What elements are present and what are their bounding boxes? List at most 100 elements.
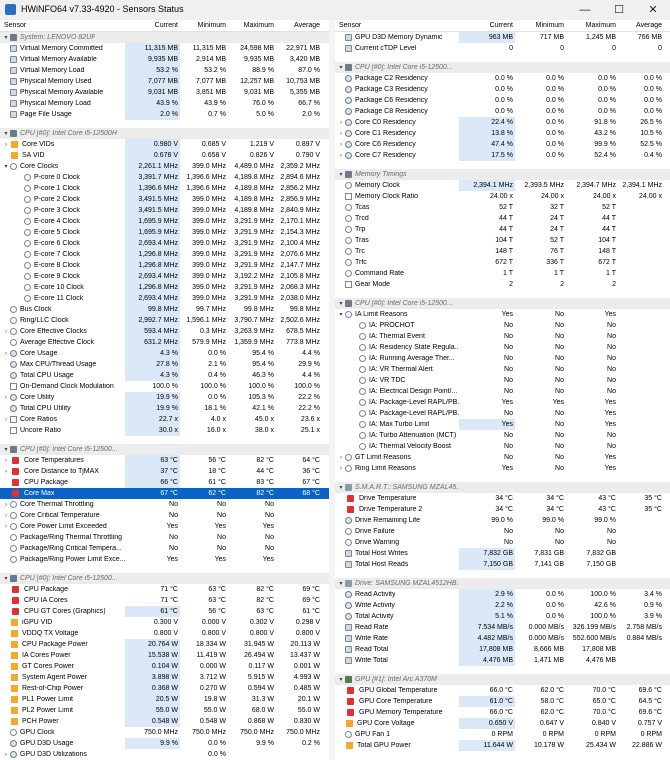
sensor-row[interactable]: CPU GT Cores (Graphics) 61 °C 56 °C 63 °C 61…	[0, 606, 329, 617]
sensor-row[interactable]: › Core Usage 4.3 % 0.0 % 95.4 % 4.4 %	[0, 348, 329, 359]
collapse-arrow-icon[interactable]: ▾	[338, 676, 344, 683]
sensor-row[interactable]: Max CPU/Thread Usage 27.8 % 2.1 % 95.4 % 29.…	[0, 359, 329, 370]
sensor-row[interactable]: Tras 104 T 52 T 104 T	[335, 235, 670, 246]
sensor-row[interactable]: › Ring Limit Reasons Yes No Yes	[335, 463, 670, 474]
collapse-arrow-icon[interactable]: ▾	[338, 484, 344, 491]
sensor-row[interactable]: IA: Package-Level RAPL/PB... No No Yes	[335, 408, 670, 419]
collapse-arrow-icon[interactable]: ▾	[338, 171, 344, 178]
sensor-row[interactable]: Total CPU Usage 4.3 % 0.4 % 46.3 % 4.4 %	[0, 370, 329, 381]
sensor-row[interactable]: GPU Core Temperature 61.0 °C 58.0 °C 65.0 °…	[335, 696, 670, 707]
sensor-row[interactable]: Write Activity 2.2 % 0.0 % 42.6 % 0.9 %	[335, 600, 670, 611]
sensor-row[interactable]: VDDQ TX Voltage 0.800 V 0.800 V 0.800 V 0.80…	[0, 628, 329, 639]
collapse-arrow-icon[interactable]: ▾	[338, 300, 344, 307]
sensor-row[interactable]: › Core C7 Residency 17.5 % 0.0 % 52.4 % 0.4 %	[335, 150, 670, 161]
sensor-row[interactable]: P-core 2 Clock 3,491.5 MHz 399.0 MHz 4,189.…	[0, 194, 329, 205]
sensor-group-header[interactable]: ▾ S.M.A.R.T.: SAMSUNG MZAL45...	[335, 482, 670, 493]
header-average[interactable]: Average	[276, 20, 322, 31]
expand-arrow-icon[interactable]: ›	[3, 752, 9, 758]
column-header[interactable]: Sensor Current Minimum Maximum Average	[0, 20, 329, 32]
sensor-row[interactable]: Total Host Reads 7,150 GB 7,141 GB 7,150 GB	[335, 559, 670, 570]
sensor-row[interactable]: Trc 148 T 76 T 148 T	[335, 246, 670, 257]
sensor-row[interactable]: Package C3 Residency 0.0 % 0.0 % 0.0 % 0.0 %	[335, 84, 670, 95]
sensor-row[interactable]: E-core 9 Clock 2,693.4 MHz 399.0 MHz 3,192.…	[0, 271, 329, 282]
sensor-row[interactable]: Write Rate 4.482 MB/s 0.000 MB/s 552.600 MB…	[335, 633, 670, 644]
sensor-row[interactable]: CPU Package Power 20.764 W 18.334 W 31.945 …	[0, 639, 329, 650]
sensor-row[interactable]: Uncore Ratio 30.0 x 16.0 x 38.0 x 25.1 x	[0, 425, 329, 436]
sensor-row[interactable]: E-core 11 Clock 2,693.4 MHz 399.0 MHz 3,291…	[0, 293, 329, 304]
collapse-arrow-icon[interactable]: ▾	[3, 575, 9, 582]
close-button[interactable]: ✕	[636, 0, 670, 20]
collapse-arrow-icon[interactable]: ▾	[3, 130, 9, 137]
sensor-row[interactable]: Virtual Memory Committed 11,315 MB 11,315 …	[0, 43, 329, 54]
sensor-row[interactable]: On-Demand Clock Modulation 100.0 % 100.0 %…	[0, 381, 329, 392]
sensor-row[interactable]: Read Activity 2.9 % 0.0 % 100.0 % 3.4 %	[335, 589, 670, 600]
sensor-row[interactable]: Drive Remaining Life 99.0 % 99.0 % 99.0 %	[335, 515, 670, 526]
sensor-row[interactable]: › Core Temperatures 63 °C 56 °C 82 °C 64 °C	[0, 455, 329, 466]
expand-arrow-icon[interactable]: ›	[338, 455, 344, 461]
sensor-row[interactable]: E-core 8 Clock 1,296.8 MHz 399.0 MHz 3,291.…	[0, 260, 329, 271]
collapse-arrow-icon[interactable]: ▾	[338, 311, 344, 318]
sensor-row[interactable]: Average Effective Clock 631.2 MHz 579.9 MH…	[0, 337, 329, 348]
sensor-row[interactable]: Virtual Memory Load 53.2 % 53.2 % 88.9 % 87.…	[0, 65, 329, 76]
sensor-row[interactable]: › GPU D3D Utilizations 0.0 %	[0, 749, 329, 760]
sensor-row[interactable]: GPU D3D Memory Dynamic 963 MB 717 MB 1,245 …	[335, 32, 670, 43]
collapse-arrow-icon[interactable]: ▾	[3, 163, 9, 170]
expand-arrow-icon[interactable]: ›	[338, 120, 344, 126]
sensor-row[interactable]: Write Total 4,476 MB 1,471 MB 4,476 MB	[335, 655, 670, 666]
expand-arrow-icon[interactable]: ›	[3, 524, 9, 530]
maximize-button[interactable]: ☐	[602, 0, 636, 20]
sensor-row[interactable]: GPU Clock 750.0 MHz 750.0 MHz 750.0 MHz 750.…	[0, 727, 329, 738]
sensor-row[interactable]: Physical Memory Available 9,031 MB 3,851 M…	[0, 87, 329, 98]
expand-arrow-icon[interactable]: ›	[3, 417, 9, 423]
sensor-group-header[interactable]: ▾ Memory Timings	[335, 169, 670, 180]
sensor-row[interactable]: CPU Package 71 °C 63 °C 82 °C 69 °C	[0, 584, 329, 595]
sensor-row[interactable]: GPU Core Voltage 0.650 V 0.647 V 0.840 V 0.7…	[335, 718, 670, 729]
sensor-row[interactable]: E-core 4 Clock 1,695.9 MHz 399.0 MHz 3,291.…	[0, 216, 329, 227]
expand-arrow-icon[interactable]: ›	[3, 395, 9, 401]
sensor-row[interactable]: P-core 1 Clock 1,396.6 MHz 1,396.6 MHz 4,18…	[0, 183, 329, 194]
expand-arrow-icon[interactable]: ›	[338, 466, 344, 472]
sensor-row[interactable]: GPU Global Temperature 66.0 °C 62.0 °C 70.0…	[335, 685, 670, 696]
collapse-arrow-icon[interactable]: ▾	[3, 446, 9, 453]
sensor-row[interactable]: Package/Ring Thermal Throttling No No No	[0, 532, 329, 543]
sensor-row[interactable]: Physical Memory Load 43.9 % 43.9 % 76.0 % 66…	[0, 98, 329, 109]
sensor-row[interactable]: Package C6 Residency 0.0 % 0.0 % 0.0 % 0.0 %	[335, 95, 670, 106]
sensor-row[interactable]: ▾ Core Clocks 2,261.1 MHz 399.0 MHz 4,489.0 …	[0, 161, 329, 172]
sensor-row[interactable]: Current cTDP Level 0 0 0 0	[335, 43, 670, 54]
sensor-row[interactable]: GPU D3D Usage 9.9 % 0.0 % 9.9 % 0.2 %	[0, 738, 329, 749]
sensor-row[interactable]: Drive Temperature 34 °C 34 °C 43 °C 35 °C	[335, 493, 670, 504]
expand-arrow-icon[interactable]: ›	[3, 469, 9, 475]
sensor-row[interactable]: Trfc 672 T 336 T 672 T	[335, 257, 670, 268]
sensor-row[interactable]: Bus Clock 99.8 MHz 99.7 MHz 99.8 MHz 99.8 MH…	[0, 304, 329, 315]
sensor-row[interactable]: › Core Effective Clocks 593.4 MHz 0.3 MHz 3,…	[0, 326, 329, 337]
expand-arrow-icon[interactable]: ›	[3, 458, 9, 464]
sensor-row[interactable]: Package C2 Residency 0.0 % 0.0 % 0.0 % 0.0 %	[335, 73, 670, 84]
sensor-row[interactable]: GT Cores Power 0.104 W 0.000 W 0.117 W 0.001…	[0, 661, 329, 672]
sensor-group-header[interactable]: ▾ Drive: SAMSUNG MZAL4512HB...	[335, 578, 670, 589]
sensor-row[interactable]: IA: VR Thermal Alert No No No	[335, 364, 670, 375]
sensor-row[interactable]: Trcd 44 T 24 T 44 T	[335, 213, 670, 224]
sensor-group-header[interactable]: ▾ CPU [#0]: Intel Core i5-12500...	[0, 444, 329, 455]
sensor-row[interactable]: IA: PROCHOT No No No	[335, 320, 670, 331]
header-maximum[interactable]: Maximum	[566, 20, 618, 31]
sensor-row[interactable]: Total CPU Utility 19.9 % 18.1 % 42.1 % 22.2 …	[0, 403, 329, 414]
sensor-row[interactable]: P-core 3 Clock 3,491.5 MHz 399.0 MHz 4,189.…	[0, 205, 329, 216]
sensor-row[interactable]: › Core Distance to TjMAX 37 °C 18 °C 44 °C 36…	[0, 466, 329, 477]
expand-arrow-icon[interactable]: ›	[3, 502, 9, 508]
sensor-row[interactable]: GPU Fan 1 0 RPM 0 RPM 0 RPM 0 RPM	[335, 729, 670, 740]
sensor-row[interactable]: P-core 0 Clock 3,391.7 MHz 1,396.6 MHz 4,18…	[0, 172, 329, 183]
sensor-row[interactable]: Memory Clock 2,394.1 MHz 2,393.5 MHz 2,394.…	[335, 180, 670, 191]
expand-arrow-icon[interactable]: ›	[338, 142, 344, 148]
sensor-row[interactable]: Ring/LLC Clock 2,992.7 MHz 1,596.1 MHz 3,79…	[0, 315, 329, 326]
sensor-group-header[interactable]: ▾ CPU [#0]: Intel Core i5-12500...	[0, 573, 329, 584]
sensor-row[interactable]: Page File Usage 2.0 % 0.7 % 5.0 % 2.0 %	[0, 109, 329, 120]
sensor-row[interactable]: SA VID 0.678 V 0.658 V 0.826 V 0.790 V	[0, 150, 329, 161]
expand-arrow-icon[interactable]: ›	[338, 131, 344, 137]
sensor-row[interactable]: E-core 5 Clock 1,695.9 MHz 399.0 MHz 3,291.…	[0, 227, 329, 238]
sensor-row[interactable]: E-core 10 Clock 1,296.8 MHz 399.0 MHz 3,291…	[0, 282, 329, 293]
sensor-pane-left[interactable]: Sensor Current Minimum Maximum Average ▾…	[0, 20, 330, 760]
sensor-row[interactable]: Memory Clock Ratio 24.00 x 24.00 x 24.00 x 2…	[335, 191, 670, 202]
sensor-row[interactable]: Read Total 17,808 MB 8,666 MB 17,808 MB	[335, 644, 670, 655]
sensor-row[interactable]: Package C8 Residency 0.0 % 0.0 % 0.0 % 0.0 %	[335, 106, 670, 117]
sensor-row[interactable]: E-core 6 Clock 2,693.4 MHz 399.0 MHz 3,291.…	[0, 238, 329, 249]
